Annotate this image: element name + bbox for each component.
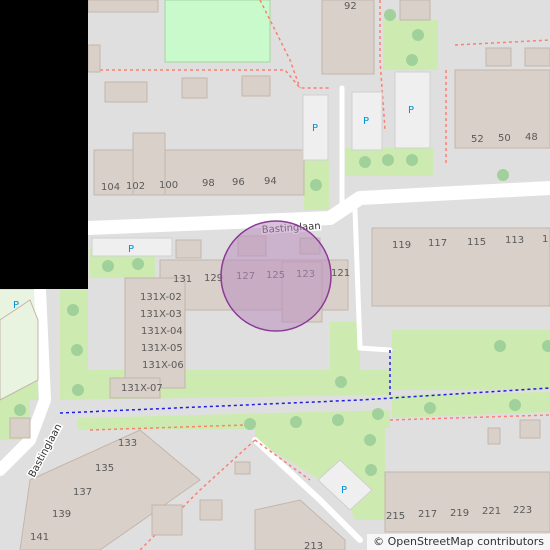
house-number: 131X-05	[141, 343, 183, 354]
house-number: 131X-04	[141, 326, 183, 337]
map-attribution[interactable]: © OpenStreetMap contributors	[367, 534, 550, 550]
house-number: 131X-03	[140, 309, 182, 320]
house-number: 50	[498, 133, 511, 144]
parking-icon: P	[13, 300, 19, 311]
house-number: 100	[159, 180, 178, 191]
house-number: 52	[471, 134, 484, 145]
house-number: 92	[344, 1, 357, 12]
parking-icon: P	[363, 116, 369, 127]
house-number: 131	[173, 274, 192, 285]
parking-icon: P	[341, 485, 347, 496]
house-number: 219	[450, 508, 469, 519]
house-number: 96	[232, 177, 245, 188]
location-highlight-circle[interactable]	[220, 220, 332, 332]
house-number: 137	[73, 487, 92, 498]
house-number: 115	[467, 237, 486, 248]
house-number: 139	[52, 509, 71, 520]
parking-icon: P	[408, 105, 414, 116]
black-overlay	[0, 0, 88, 289]
map-view[interactable]: 104 102 100 98 96 94 92 131 129 127 125 …	[0, 0, 550, 550]
house-number: 223	[513, 505, 532, 516]
house-number: 102	[126, 181, 145, 192]
house-number: 104	[101, 182, 120, 193]
parking-icon: P	[312, 123, 318, 134]
house-number: 131X-06	[142, 360, 184, 371]
house-number: 1	[542, 234, 548, 245]
parking-icon: P	[128, 244, 134, 255]
house-number: 131X-07	[121, 383, 163, 394]
house-number: 217	[418, 509, 437, 520]
house-number: 133	[118, 438, 137, 449]
house-number: 221	[482, 506, 501, 517]
house-number: 121	[331, 268, 350, 279]
house-number: 48	[525, 132, 538, 143]
house-number: 141	[30, 532, 49, 543]
house-number: 119	[392, 240, 411, 251]
house-number: 98	[202, 178, 215, 189]
house-number: 131X-02	[140, 292, 182, 303]
house-number: 215	[386, 511, 405, 522]
house-number: 213	[304, 541, 323, 550]
house-number: 135	[95, 463, 114, 474]
house-number: 129	[204, 273, 223, 284]
house-number: 94	[264, 176, 277, 187]
house-number: 113	[505, 235, 524, 246]
house-number: 117	[428, 238, 447, 249]
